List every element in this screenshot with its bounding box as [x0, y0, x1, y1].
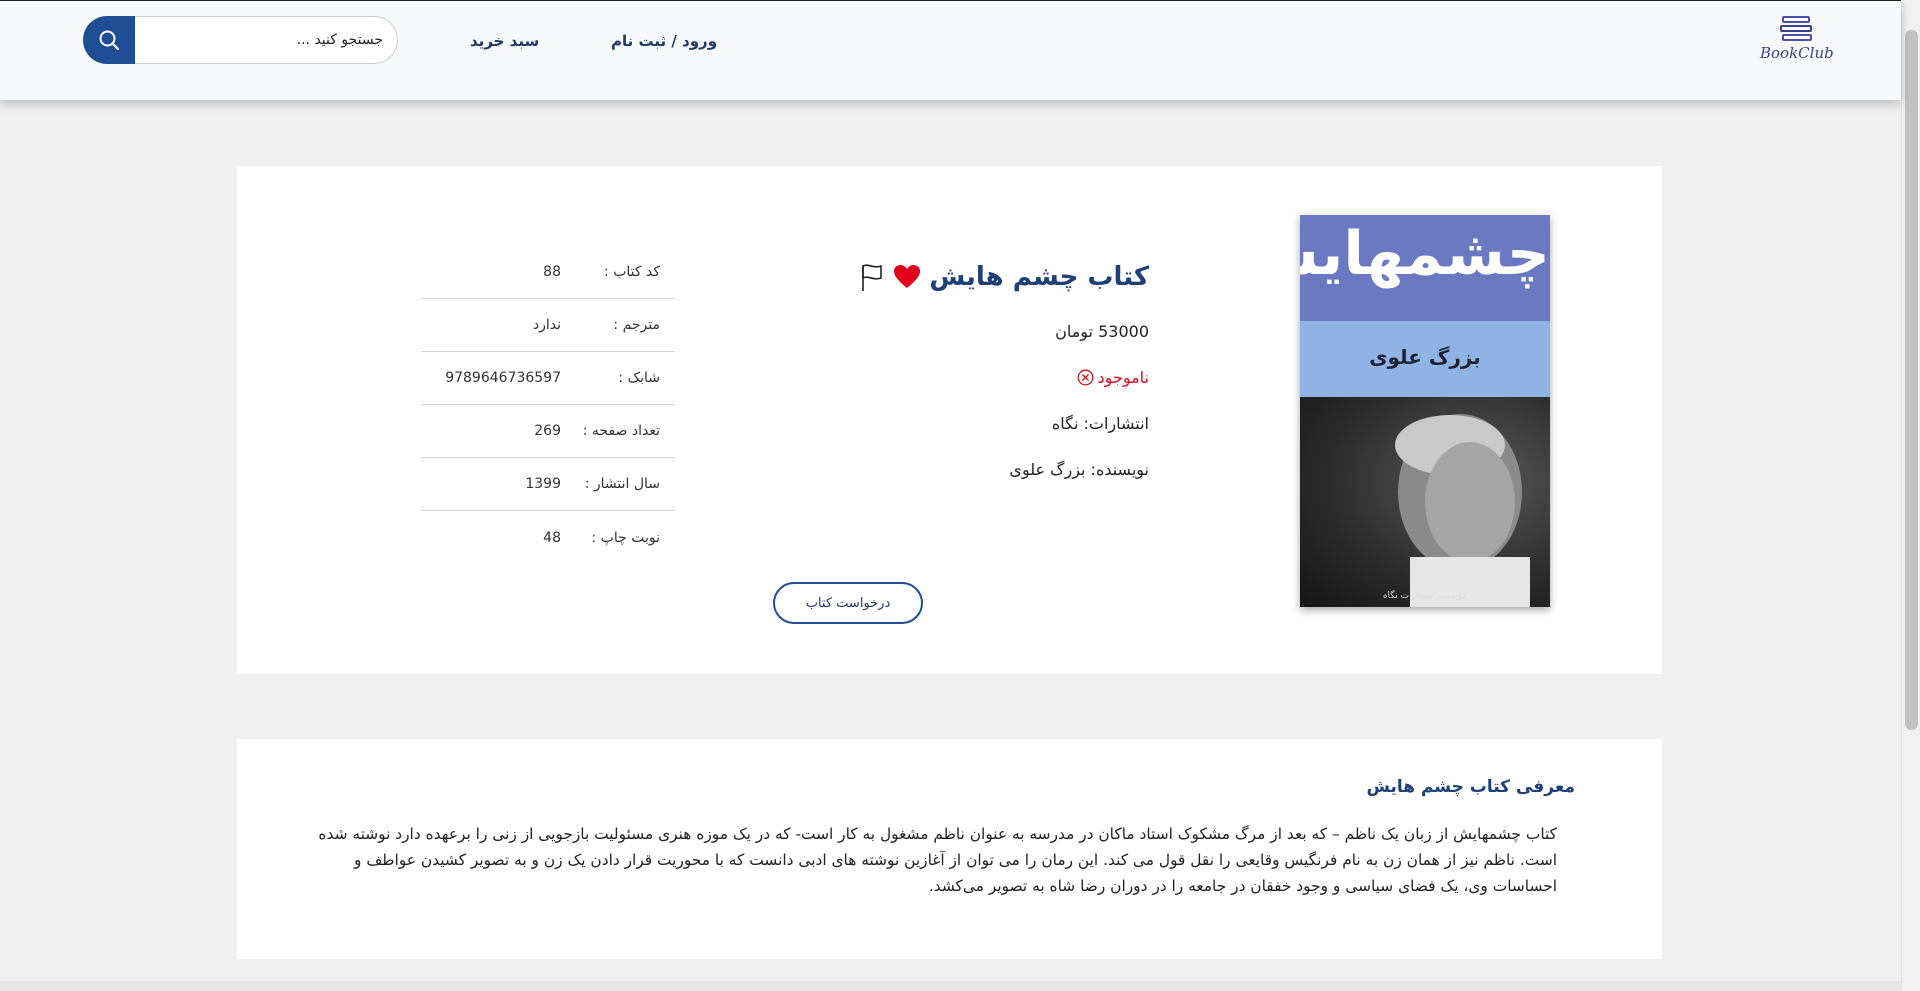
spec-label: شابک :	[618, 370, 660, 386]
page-bottom-edge	[0, 981, 1901, 991]
book-price: 53000 تومان	[1055, 322, 1149, 341]
book-specs-table: کد کتاب : 88 مترجم : ندارد شابک : 978964…	[421, 246, 675, 564]
logo-text: BookClub	[1760, 44, 1834, 62]
site-logo[interactable]: BookClub	[1760, 15, 1834, 75]
cart-link[interactable]: سبد خرید	[470, 32, 539, 50]
book-author: نویسنده: بزرگ علوی	[1009, 460, 1149, 479]
spec-value: 88	[543, 264, 561, 280]
cover-portrait	[1300, 397, 1550, 607]
search-bar	[83, 16, 398, 64]
spec-label: مترجم :	[613, 317, 660, 333]
title-row: کتاب چشم هایش	[859, 262, 1149, 292]
book-publisher: انتشارات: نگاه	[1051, 414, 1149, 433]
book-title: کتاب چشم هایش	[929, 262, 1149, 292]
spec-value: 9789646736597	[445, 370, 561, 386]
cover-title: چشمهایش	[1300, 219, 1550, 289]
spec-row: مترجم : ندارد	[421, 299, 675, 352]
request-book-button[interactable]: درخواست کتاب	[773, 582, 923, 624]
portrait-illustration	[1395, 414, 1530, 607]
book-description-section: معرفی کتاب چشم هایش کتاب چشمهایش از زبان…	[237, 739, 1662, 959]
close-circle-icon	[1077, 369, 1093, 386]
search-icon	[99, 30, 120, 51]
stock-status: ناموجود	[1077, 368, 1149, 387]
product-card: چشمهایش بزرگ علوی موسسه انتشارات نگاه کت…	[237, 166, 1662, 674]
description-text: کتاب چشمهایش از زبان یک ناظم – که بعد از…	[318, 825, 1557, 895]
search-button[interactable]	[83, 16, 135, 64]
spec-row: شابک : 9789646736597	[421, 352, 675, 405]
scrollbar-thumb[interactable]	[1905, 30, 1918, 730]
books-stack-icon	[1780, 16, 1812, 41]
spec-value: 1399	[525, 476, 561, 492]
spec-row: سال انتشار : 1399	[421, 458, 675, 511]
cover-publisher: موسسه انتشارات نگاه	[1382, 591, 1468, 601]
description-title: معرفی کتاب چشم هایش	[1366, 777, 1575, 797]
cover-author: بزرگ علوی	[1369, 345, 1481, 369]
spec-value: 48	[543, 529, 561, 546]
heart-icon[interactable]	[893, 264, 921, 290]
spec-row: کد کتاب : 88	[421, 246, 675, 299]
book-cover: چشمهایش بزرگ علوی موسسه انتشارات نگاه	[1300, 215, 1550, 607]
flag-icon[interactable]	[859, 262, 885, 292]
spec-label: سال انتشار :	[584, 476, 660, 492]
page-scrollbar[interactable]	[1901, 0, 1920, 991]
spec-label: نوبت چاپ :	[591, 529, 661, 546]
spec-label: تعداد صفحه :	[582, 423, 660, 439]
search-input[interactable]	[131, 16, 398, 64]
spec-label: کد کتاب :	[604, 264, 660, 280]
spec-row: تعداد صفحه : 269	[421, 405, 675, 458]
site-header: BookClub ورود / ثبت نام سبد خرید	[0, 0, 1901, 100]
spec-row: نوبت چاپ : 48	[421, 511, 675, 564]
login-register-link[interactable]: ورود / ثبت نام	[611, 32, 717, 50]
spec-value: 269	[534, 423, 561, 439]
spec-value: ندارد	[532, 317, 561, 333]
stock-status-text: ناموجود	[1097, 368, 1149, 387]
